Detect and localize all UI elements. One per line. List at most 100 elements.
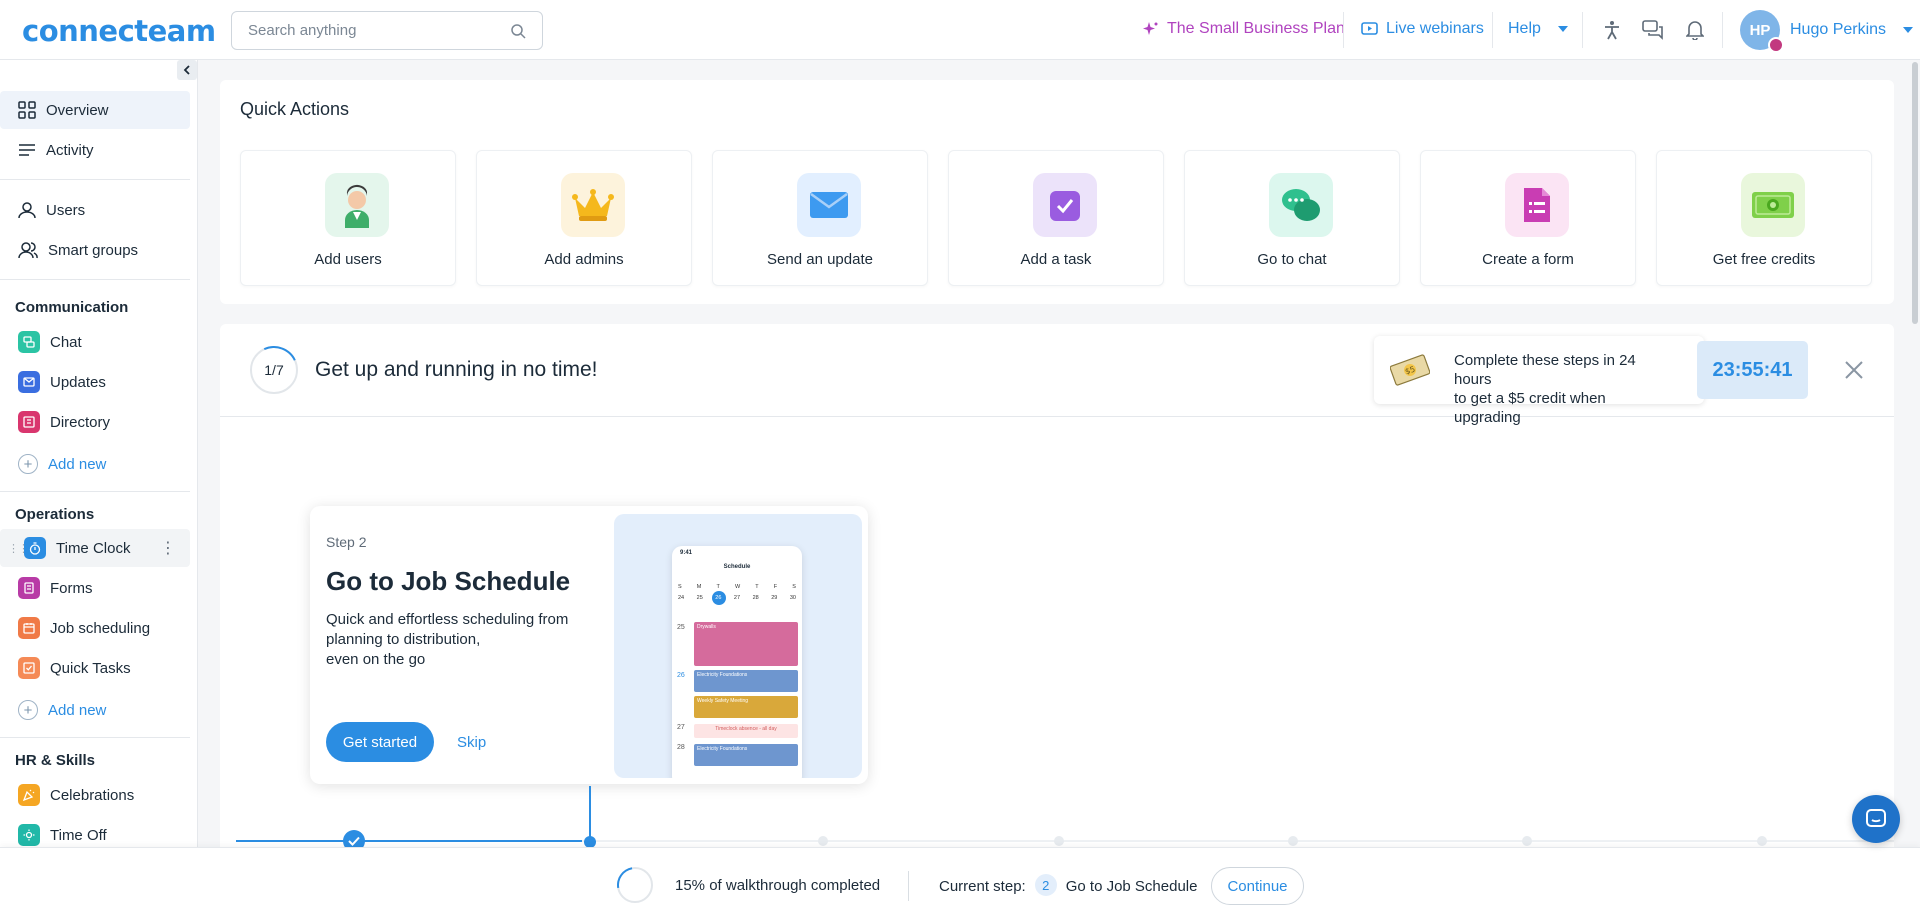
drag-handle-icon[interactable]: ⋮⋮ bbox=[8, 542, 29, 555]
sidebar-item-label: Smart groups bbox=[48, 241, 139, 259]
search-icon[interactable] bbox=[510, 23, 526, 39]
day: 28 bbox=[752, 595, 759, 601]
sidebar-item-forms[interactable]: Forms bbox=[0, 569, 190, 607]
messages-icon[interactable] bbox=[1641, 18, 1665, 42]
quick-action-add-task[interactable]: Add a task bbox=[948, 150, 1164, 286]
weekday: T bbox=[755, 584, 759, 590]
get-started-button[interactable]: Get started bbox=[326, 722, 434, 762]
section-hr-title: HR & Skills bbox=[15, 752, 96, 769]
help-menu[interactable]: Help bbox=[1508, 20, 1569, 38]
quick-action-get-free-credits[interactable]: Get free credits bbox=[1656, 150, 1872, 286]
webinars-link[interactable]: Live webinars bbox=[1361, 20, 1484, 38]
walkthrough-bar: 15% of walkthrough completed Current ste… bbox=[0, 847, 1920, 923]
sidebar-item-label: Time Clock bbox=[56, 539, 131, 557]
sidebar-item-label: Job scheduling bbox=[50, 619, 151, 637]
sidebar-item-time-clock[interactable]: ⋮⋮ Time Clock ⋮ bbox=[0, 529, 190, 567]
calendar-icon bbox=[18, 617, 40, 639]
bell-icon[interactable] bbox=[1683, 18, 1707, 42]
skip-button[interactable]: Skip bbox=[457, 734, 486, 751]
directory-icon bbox=[18, 411, 40, 433]
chat-icon bbox=[18, 331, 40, 353]
step-description: Quick and effortless scheduling from pla… bbox=[326, 610, 576, 670]
sidebar-item-label: Quick Tasks bbox=[50, 659, 131, 677]
page-scrollbar[interactable] bbox=[1912, 62, 1918, 324]
profile-menu[interactable]: HP Hugo Perkins bbox=[1740, 8, 1914, 53]
crown-icon bbox=[561, 173, 625, 237]
quick-action-label: Add users bbox=[314, 251, 382, 268]
quick-action-label: Get free credits bbox=[1712, 251, 1816, 268]
add-new-operations-button[interactable]: + Add new bbox=[0, 691, 190, 729]
sidebar-item-job-scheduling[interactable]: Job scheduling bbox=[0, 609, 190, 647]
sidebar-item-directory[interactable]: Directory bbox=[0, 403, 190, 441]
current-step-number: 2 bbox=[1034, 874, 1057, 896]
shift-block: Drywalls bbox=[694, 622, 798, 666]
quick-action-send-update[interactable]: Send an update bbox=[712, 150, 928, 286]
search-input[interactable] bbox=[248, 22, 510, 39]
onboarding-progress-ring: 1/7 bbox=[243, 339, 305, 401]
onboarding-card: 1/7 Get up and running in no time! $5 Co… bbox=[220, 324, 1894, 864]
avatar[interactable]: HP bbox=[1740, 10, 1784, 53]
sidebar-item-users[interactable]: Users bbox=[0, 191, 190, 229]
quick-action-add-users[interactable]: Add users bbox=[240, 150, 456, 286]
phone-weekdays: S M T W T F S bbox=[678, 584, 796, 590]
sidebar-item-label: Celebrations bbox=[50, 786, 135, 804]
credit-offer-box: $5 Complete these steps in 24 hours to g… bbox=[1374, 336, 1704, 426]
day: 26 bbox=[715, 595, 722, 601]
support-chat-button[interactable] bbox=[1852, 795, 1900, 843]
connecteam-logo[interactable]: connecteam bbox=[22, 14, 216, 48]
sidebar-item-label: Updates bbox=[50, 373, 106, 391]
step-dot[interactable] bbox=[818, 836, 828, 846]
step-dot[interactable] bbox=[1757, 836, 1767, 846]
walkthrough-divider bbox=[908, 871, 909, 901]
sidebar-item-smart-groups[interactable]: Smart groups bbox=[0, 231, 190, 269]
day: 27 bbox=[733, 595, 741, 601]
shift-block: Electricity Foundations bbox=[694, 670, 798, 692]
section-communication-title: Communication bbox=[15, 299, 129, 316]
weekday: S bbox=[678, 584, 682, 590]
phone-date: 26 bbox=[677, 672, 685, 679]
step-description-line: planning to distribution, bbox=[326, 631, 481, 648]
shift-block: Weekly Safety Meeting bbox=[694, 696, 798, 718]
user-name: Hugo Perkins bbox=[1790, 21, 1887, 38]
accessibility-icon[interactable] bbox=[1600, 18, 1624, 42]
sparkle-icon bbox=[1143, 22, 1158, 35]
crown-icon bbox=[1768, 37, 1784, 53]
steps-progress-done bbox=[236, 840, 582, 842]
chat-bubbles-icon bbox=[1269, 173, 1333, 237]
step-dot[interactable] bbox=[1288, 836, 1298, 846]
step-dot[interactable] bbox=[1054, 836, 1064, 846]
sidebar-item-quick-tasks[interactable]: Quick Tasks bbox=[0, 649, 190, 687]
phone-date: 27 bbox=[677, 724, 685, 731]
step-description-line: even on the go bbox=[326, 651, 426, 668]
close-icon[interactable] bbox=[1840, 356, 1868, 384]
quick-action-create-form[interactable]: Create a form bbox=[1420, 150, 1636, 286]
checkbox-icon bbox=[1033, 173, 1097, 237]
sidebar-item-overview[interactable]: Overview bbox=[0, 91, 190, 129]
person-avatar-icon bbox=[325, 173, 389, 237]
sidebar-item-chat[interactable]: Chat bbox=[0, 323, 190, 361]
sidebar-divider bbox=[0, 737, 190, 738]
sidebar-item-label: Users bbox=[46, 201, 86, 219]
quick-action-go-to-chat[interactable]: Go to chat bbox=[1184, 150, 1400, 286]
sidebar-item-updates[interactable]: Updates bbox=[0, 363, 190, 401]
continue-button[interactable]: Continue bbox=[1211, 867, 1304, 905]
search-box[interactable] bbox=[231, 11, 543, 50]
sidebar-item-activity[interactable]: Activity bbox=[0, 131, 190, 169]
plan-link[interactable]: The Small Business Plan bbox=[1143, 20, 1345, 38]
avatar-initials: HP bbox=[1749, 21, 1771, 39]
form-icon bbox=[18, 577, 40, 599]
add-new-communication-button[interactable]: + Add new bbox=[0, 445, 190, 483]
envelope-icon bbox=[18, 371, 40, 393]
weekday: W bbox=[734, 584, 741, 590]
sidebar-item-label: Forms bbox=[50, 579, 93, 597]
quick-action-add-admins[interactable]: Add admins bbox=[476, 150, 692, 286]
more-options-icon[interactable]: ⋮ bbox=[160, 538, 176, 558]
sidebar-divider bbox=[0, 491, 190, 492]
day: 24 bbox=[678, 595, 685, 601]
sidebar-item-celebrations[interactable]: Celebrations bbox=[0, 776, 190, 814]
quick-action-label: Send an update bbox=[767, 251, 873, 268]
step-dot[interactable] bbox=[1522, 836, 1532, 846]
sidebar-item-label: Time Off bbox=[50, 826, 107, 844]
sidebar-divider bbox=[0, 179, 190, 180]
collapse-sidebar-button[interactable] bbox=[177, 60, 197, 80]
